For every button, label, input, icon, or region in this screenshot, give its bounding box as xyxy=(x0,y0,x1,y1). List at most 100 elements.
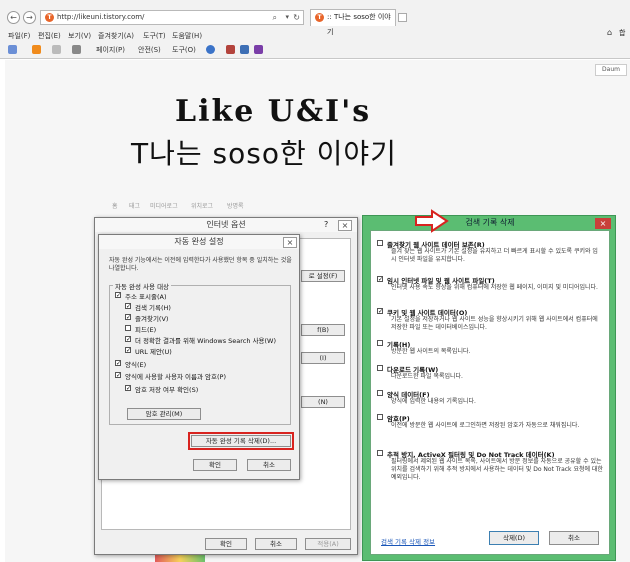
forward-icon[interactable]: → xyxy=(23,11,36,24)
site-favicon-icon: T xyxy=(45,13,54,22)
checkbox[interactable] xyxy=(377,240,383,246)
group-label: 자동 완성 사용 대상 xyxy=(113,281,172,291)
search-icon[interactable]: ⌕ xyxy=(273,11,277,24)
delete-history-option-desc: 양식에 입력한 내용의 기록입니다. xyxy=(391,398,476,405)
right-stub: 합 xyxy=(619,29,626,37)
options-cancel-button[interactable]: 취소 xyxy=(255,538,297,550)
autocomplete-ok-button[interactable]: 확인 xyxy=(193,459,237,471)
autocomplete-option-label: 즐겨찾기(V) xyxy=(135,315,169,323)
nav-locationlog[interactable]: 위치로그 xyxy=(191,201,213,210)
toolbar-safety[interactable]: 안전(S) xyxy=(138,45,161,55)
checkbox[interactable] xyxy=(125,325,131,331)
autocomplete-title: 자동 완성 설정 xyxy=(99,235,299,249)
checkbox[interactable]: ✓ xyxy=(125,303,131,310)
autocomplete-option-label: 더 정확한 결과를 위해 Windows Search 사용(W) xyxy=(135,337,277,345)
nav-medialog[interactable]: 미디어로그 xyxy=(150,201,178,210)
delete-history-option-desc: 기본 설정을 저장하거나 웹 사이트 성능을 향상시키기 위해 웹 사이트에서 … xyxy=(391,316,598,331)
checkbox[interactable]: ✓ xyxy=(377,276,383,283)
delete-history-option-desc: 즐겨 찾는 웹 사이트가 기본 설정을 유지하고 더 빠르게 표시할 수 있도록… xyxy=(391,248,598,263)
menu-tools[interactable]: 도구(T) xyxy=(143,31,166,41)
nav-home[interactable]: 홈 xyxy=(112,201,118,210)
checkbox[interactable]: ✓ xyxy=(125,336,131,343)
delete-history-info-link[interactable]: 검색 기록 삭제 정보 xyxy=(381,536,435,546)
delete-history-option-desc: 방문한 웹 사이트의 목록입니다. xyxy=(391,348,471,355)
delete-history-dialog: 검색 기록 삭제 × 즐겨찾기 웹 사이트 데이터 보존(R) 즐겨 찾는 웹 사… xyxy=(362,215,616,561)
autocomplete-option-label: 주소 표시줄(A) xyxy=(125,293,167,301)
browser-chrome: ← → T http://likeuni.tistory.com/ ⌕ ▾ ↻ … xyxy=(0,0,630,59)
help-icon[interactable] xyxy=(206,45,215,54)
close-icon[interactable]: × xyxy=(595,218,611,229)
checkbox[interactable]: ✓ xyxy=(125,385,131,392)
delete-history-option-desc: 다운로드한 파일 목록입니다. xyxy=(391,373,463,380)
options-ok-button[interactable]: 확인 xyxy=(205,538,247,550)
mail-icon[interactable] xyxy=(52,45,61,54)
delete-history-cancel-button[interactable]: 취소 xyxy=(549,531,599,545)
options-apply-button[interactable]: 적용(A) xyxy=(305,538,351,550)
manage-passwords-button[interactable]: 암호 관리(M) xyxy=(127,408,201,420)
address-bar[interactable]: T http://likeuni.tistory.com/ ⌕ ▾ ↻ xyxy=(40,10,304,25)
addon-icon[interactable] xyxy=(240,45,249,54)
highlight-box xyxy=(188,432,294,450)
checkbox[interactable] xyxy=(377,390,383,396)
checkbox[interactable]: ✓ xyxy=(115,372,121,379)
back-icon[interactable]: ← xyxy=(7,11,20,24)
autocomplete-option-label: 검색 기록(H) xyxy=(135,304,171,312)
onenote-icon[interactable] xyxy=(254,45,263,54)
tab-favicon-icon: T xyxy=(315,13,324,22)
delete-history-title: 검색 기록 삭제 xyxy=(465,218,515,227)
home-icon[interactable]: ⌂ xyxy=(607,28,612,37)
menu-file[interactable]: 파일(F) xyxy=(8,31,30,41)
rss-icon[interactable] xyxy=(32,45,41,54)
nav-tag[interactable]: 태그 xyxy=(129,201,140,210)
checkbox[interactable] xyxy=(377,450,383,456)
close-icon[interactable]: × xyxy=(338,220,352,231)
bg-button-n[interactable]: (N) xyxy=(301,396,345,408)
blog-logo-line1: Like U&I's xyxy=(175,94,372,129)
new-tab-button[interactable] xyxy=(398,13,407,22)
dropdown-icon[interactable]: ▾ xyxy=(285,11,289,24)
autocomplete-option-label: 양식(E) xyxy=(125,361,147,369)
checkbox[interactable]: ✓ xyxy=(115,360,121,367)
delete-button[interactable]: 삭제(D) xyxy=(489,531,539,545)
autocomplete-option-label: 양식에 사용할 사용자 이름과 암호(P) xyxy=(125,373,226,381)
daum-button[interactable]: Daum xyxy=(595,64,627,76)
menu-edit[interactable]: 편집(E) xyxy=(38,31,61,41)
help-button[interactable]: ? xyxy=(324,220,328,229)
autocomplete-dialog: 자동 완성 설정 × 자동 완성 기능에서는 이전에 입력한다가 사용했던 항목… xyxy=(98,234,300,480)
bg-button-b[interactable]: f(B) xyxy=(301,324,345,336)
delete-history-option-desc: 필터링에서 제외된 웹 사이트 목록, 사이트에서 방문 정보를 자동으로 공유… xyxy=(391,458,603,481)
autocomplete-option-label: URL 제안(U) xyxy=(135,348,172,356)
toolbar-tools[interactable]: 도구(O) xyxy=(172,45,196,55)
checkbox[interactable]: ✓ xyxy=(125,347,131,354)
addon-icon[interactable] xyxy=(226,45,235,54)
checkbox[interactable]: ✓ xyxy=(115,292,121,299)
print-icon[interactable] xyxy=(72,45,81,54)
toolbar-page[interactable]: 페이지(P) xyxy=(96,45,125,55)
delete-history-option-desc: 이전에 방문한 웹 사이트에 로그인하면 저장된 암호가 자동으로 채워집니다. xyxy=(391,422,580,429)
blog-logo-line2: T나는 soso한 이야기 xyxy=(131,137,397,170)
close-icon[interactable]: × xyxy=(283,237,297,248)
autocomplete-intro: 자동 완성 기능에서는 이전에 입력한다가 사용했던 항목 중 일치하는 것을 … xyxy=(109,257,292,272)
autocomplete-option-label: 암호 저장 여부 확인(S) xyxy=(135,386,199,394)
delete-history-panel: 즐겨찾기 웹 사이트 데이터 보존(R) 즐겨 찾는 웹 사이트가 기본 설정을 … xyxy=(370,230,610,555)
checkbox[interactable] xyxy=(377,340,383,346)
autocomplete-cancel-button[interactable]: 취소 xyxy=(247,459,291,471)
menu-help[interactable]: 도움말(H) xyxy=(172,31,202,41)
autocomplete-option-label: 피드(E) xyxy=(135,326,157,334)
checkbox[interactable]: ✓ xyxy=(377,308,383,315)
menu-view[interactable]: 보기(V) xyxy=(68,31,91,41)
bg-button-i[interactable]: (I) xyxy=(301,352,345,364)
refresh-icon[interactable]: ↻ xyxy=(293,11,300,24)
nav-guestbook[interactable]: 방명록 xyxy=(227,201,244,210)
checkbox[interactable] xyxy=(377,365,383,371)
set-button[interactable]: 로 설정(F) xyxy=(301,270,345,282)
address-text: http://likeuni.tistory.com/ xyxy=(57,13,145,21)
browser-tab[interactable]: T :: T나는 soso한 이야기 xyxy=(310,9,396,36)
red-arrow-icon xyxy=(415,209,449,233)
checkbox[interactable] xyxy=(377,414,383,420)
tab-title: :: T나는 soso한 이야기 xyxy=(327,13,391,36)
home-toolbar-icon[interactable] xyxy=(8,45,17,54)
menu-favorites[interactable]: 즐겨찾기(A) xyxy=(98,31,134,41)
checkbox[interactable]: ✓ xyxy=(125,314,131,321)
internet-options-title: 인터넷 옵션 xyxy=(95,218,357,232)
